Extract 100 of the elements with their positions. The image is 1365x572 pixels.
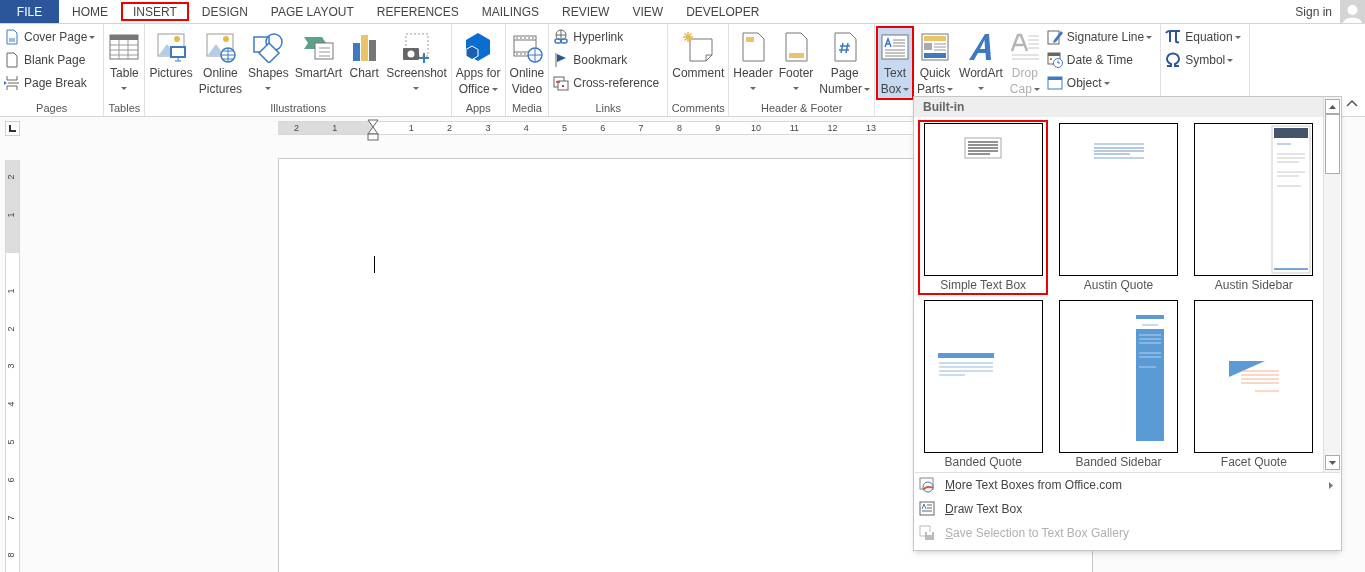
menu-item[interactable]: More Text Boxes from Office.com xyxy=(914,473,1341,497)
ribbon-button[interactable]: Date & Time xyxy=(1044,50,1155,70)
table-icon xyxy=(108,31,141,63)
ruler-number: 1 xyxy=(5,212,16,218)
ruler-number: 1 xyxy=(408,122,414,134)
ruler-number: 3 xyxy=(485,122,491,134)
ruler-number: 4 xyxy=(5,401,16,407)
globe-link-icon xyxy=(553,29,570,45)
ribbon-tab[interactable]: INSERT xyxy=(121,2,189,21)
ruler-number: 5 xyxy=(5,439,16,445)
text-cursor xyxy=(374,256,375,273)
ribbon-button[interactable]: Pictures xyxy=(147,27,195,99)
page-icon xyxy=(4,52,20,68)
ruler-number: 6 xyxy=(5,477,16,483)
ribbon-button[interactable]: Apps for Office xyxy=(453,27,503,99)
ribbon-button[interactable]: Text Box xyxy=(877,27,913,99)
ruler-number: 11 xyxy=(789,122,799,134)
ruler-number: 1 xyxy=(5,288,16,294)
ruler-number: 7 xyxy=(638,122,644,134)
group-label: Media xyxy=(511,102,542,114)
ribbon-tab[interactable]: VIEW xyxy=(622,0,674,23)
ribbon-button[interactable]: Chart xyxy=(346,27,383,99)
page-icon xyxy=(4,29,20,45)
group-label: Comments xyxy=(671,102,725,114)
ribbon-tab[interactable]: REVIEW xyxy=(552,0,620,23)
ruler-number: 4 xyxy=(523,122,529,134)
gallery-item[interactable]: Facet Quote xyxy=(1188,297,1319,472)
ribbon-tab[interactable]: PAGE LAYOUT xyxy=(260,0,364,23)
ribbon-button[interactable]: Online Pictures xyxy=(196,27,245,99)
group-label: Apps xyxy=(465,102,491,114)
tab-stop-icon xyxy=(9,125,16,132)
shapes-icon xyxy=(252,31,285,63)
gallery-item[interactable]: Banded Sidebar xyxy=(1053,297,1184,472)
scroll-down-button[interactable] xyxy=(1324,455,1340,470)
ribbon-button[interactable]: WordArt xyxy=(957,27,1005,99)
ribbon-button[interactable]: Hyperlink xyxy=(551,27,662,47)
sign-in-link[interactable]: Sign in xyxy=(1287,0,1340,23)
text-box-layout-drawing xyxy=(964,137,1002,159)
ribbon-tab[interactable]: DEVELOPER xyxy=(676,0,770,23)
ruler-number: 5 xyxy=(562,122,567,134)
scrollbar[interactable] xyxy=(1323,97,1340,472)
collapse-ribbon-button[interactable] xyxy=(1346,99,1358,109)
ruler-number: 9 xyxy=(715,122,721,134)
group-label: Pages xyxy=(36,102,68,114)
menu-item[interactable]: Draw Text Box xyxy=(914,497,1341,521)
pen-icon xyxy=(1046,29,1063,45)
group-label: Links xyxy=(595,102,622,114)
ribbon-button[interactable]: Symbol xyxy=(1163,50,1243,70)
ruler-number: 10 xyxy=(751,122,761,134)
ribbon-button[interactable]: Comment xyxy=(670,27,727,99)
section-header: Built-in xyxy=(914,97,1323,117)
ribbon-button[interactable]: Table xyxy=(106,27,143,99)
page-break-icon xyxy=(4,75,20,91)
scroll-up-button[interactable] xyxy=(1324,99,1340,114)
ribbon-button[interactable]: SmartArt xyxy=(292,27,345,99)
ruler-number: 2 xyxy=(5,174,16,180)
ribbon-button[interactable]: Object xyxy=(1044,73,1155,93)
gallery-item[interactable]: Banded Quote xyxy=(918,297,1049,472)
ribbon-button[interactable]: Blank Page xyxy=(2,50,98,70)
ribbon-button[interactable]: Cover Page xyxy=(2,27,98,47)
ribbon-button[interactable]: Screenshot xyxy=(384,27,449,99)
ribbon-tab[interactable]: DESIGN xyxy=(191,0,258,23)
window-icon xyxy=(1046,75,1063,91)
calendar-clock-icon xyxy=(1046,52,1063,68)
ribbon-button[interactable]: Header xyxy=(731,27,775,99)
note-icon xyxy=(682,31,715,63)
ribbon-button[interactable]: Page Number xyxy=(817,27,872,99)
ribbon-button[interactable]: Cross-reference xyxy=(551,73,662,93)
text-box-icon xyxy=(919,501,935,517)
group-label: Illustrations xyxy=(270,102,326,114)
ribbon-tab[interactable]: HOME xyxy=(62,0,118,23)
ribbon-tab[interactable]: MAILINGS xyxy=(471,0,550,23)
ribbon-button[interactable]: Page Break xyxy=(2,73,98,93)
ruler-number: 1 xyxy=(332,122,338,134)
ribbon-button[interactable]: Signature Line xyxy=(1044,27,1155,47)
layout-icon xyxy=(919,31,951,63)
ribbon-button[interactable]: Equation xyxy=(1163,27,1243,47)
gallery-item[interactable]: Simple Text Box xyxy=(918,120,1049,295)
ribbon-button[interactable]: Bookmark xyxy=(551,50,662,70)
ribbon-button[interactable]: Footer xyxy=(776,27,816,99)
group-label: Header & Footer xyxy=(761,102,843,114)
globe-page-icon xyxy=(919,477,935,493)
ruler-number: 2 xyxy=(293,122,299,134)
text-box-layout-drawing xyxy=(1229,361,1280,392)
ribbon-tab[interactable]: REFERENCES xyxy=(366,0,469,23)
scroll-thumb[interactable] xyxy=(1324,114,1340,174)
ruler-number: 13 xyxy=(865,122,876,134)
gallery-item[interactable]: Austin Quote xyxy=(1053,120,1184,295)
ribbon-button[interactable]: Online Video xyxy=(507,27,547,99)
gallery-item[interactable]: Austin Sidebar xyxy=(1188,120,1319,295)
text-box-icon xyxy=(879,31,911,63)
ribbon-button[interactable]: Shapes xyxy=(246,27,291,99)
ruler-number: 7 xyxy=(5,515,16,521)
text-box-layout-drawing xyxy=(1093,143,1145,159)
group-label: Tables xyxy=(108,102,141,114)
text-box-layout-drawing xyxy=(937,353,994,376)
tab-selector-button[interactable] xyxy=(5,121,20,136)
drop-cap-icon xyxy=(1008,31,1041,63)
ribbon-tab[interactable]: FILE xyxy=(0,0,59,23)
submenu-arrow-icon xyxy=(1329,481,1333,489)
